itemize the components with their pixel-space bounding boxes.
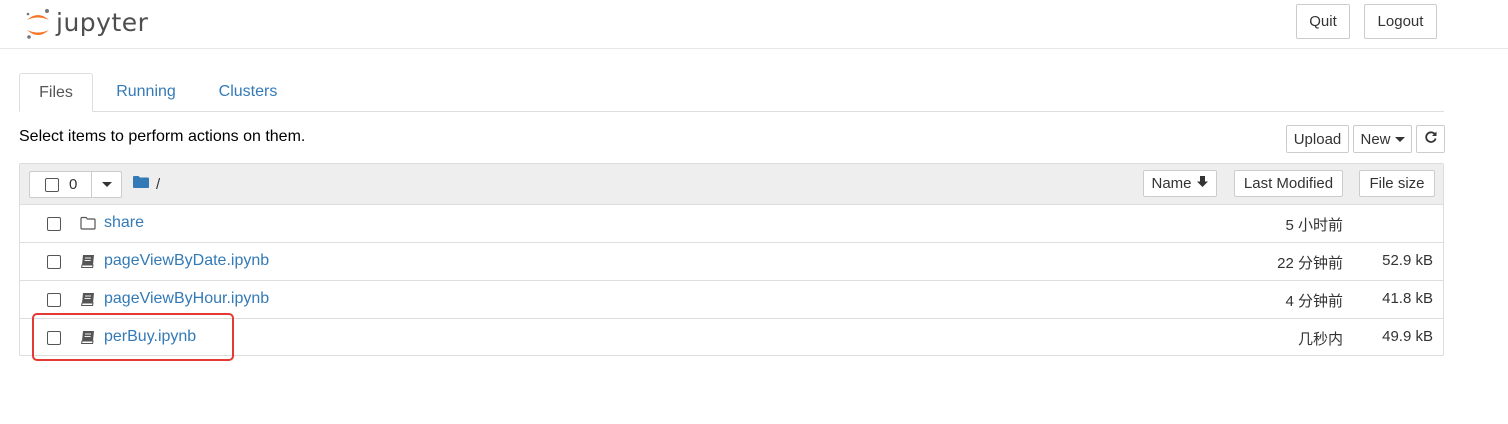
- jupyter-logo-icon: [22, 6, 54, 42]
- list-item[interactable]: pageViewByHour.ipynb 4 分钟前 41.8 kB: [20, 280, 1443, 318]
- select-dropdown-button[interactable]: [91, 171, 122, 198]
- highlight-annotation: [32, 313, 234, 361]
- header-bar: jupyter Quit Logout: [0, 0, 1508, 49]
- list-item[interactable]: share 5 小时前: [20, 204, 1443, 242]
- sort-modified-button[interactable]: Last Modified: [1234, 170, 1343, 197]
- new-button-label: New: [1360, 130, 1391, 148]
- tab-running[interactable]: Running: [100, 73, 192, 111]
- tab-bar: Files Running Clusters: [19, 73, 1444, 112]
- row-checkbox[interactable]: [47, 217, 61, 231]
- file-name-link[interactable]: share: [104, 214, 144, 232]
- file-name-link[interactable]: pageViewByHour.ipynb: [104, 290, 269, 308]
- logout-button[interactable]: Logout: [1364, 4, 1437, 39]
- sort-name-button[interactable]: Name: [1143, 170, 1217, 197]
- file-modified: 4 分钟前: [1285, 293, 1343, 310]
- file-size: 41.8 kB: [1382, 290, 1433, 307]
- quit-button[interactable]: Quit: [1296, 4, 1350, 39]
- file-list-header: 0 / Name Last Modified File size: [20, 164, 1443, 205]
- select-all-group: 0: [29, 171, 122, 198]
- breadcrumb-root[interactable]: /: [156, 176, 160, 193]
- file-modified: 5 小时前: [1285, 217, 1343, 234]
- row-checkbox[interactable]: [47, 293, 61, 307]
- refresh-button[interactable]: [1416, 125, 1445, 153]
- chevron-down-icon: [102, 182, 112, 187]
- new-button[interactable]: New: [1353, 125, 1412, 153]
- selected-count: 0: [69, 176, 78, 193]
- sort-name-label: Name: [1151, 175, 1192, 192]
- file-name-link[interactable]: pageViewByDate.ipynb: [104, 252, 269, 270]
- folder-icon: [80, 215, 96, 231]
- sort-size-button[interactable]: File size: [1359, 170, 1435, 197]
- upload-button[interactable]: Upload: [1286, 125, 1349, 153]
- file-size: 49.9 kB: [1382, 328, 1433, 345]
- arrow-down-icon: [1196, 175, 1209, 192]
- tab-clusters[interactable]: Clusters: [205, 73, 291, 111]
- file-size: 52.9 kB: [1382, 252, 1433, 269]
- refresh-icon: [1424, 130, 1438, 148]
- notebook-icon: [80, 291, 96, 307]
- jupyter-logo[interactable]: jupyter: [22, 6, 148, 42]
- breadcrumb: /: [133, 175, 160, 193]
- folder-icon[interactable]: [133, 175, 149, 193]
- file-modified: 22 分钟前: [1277, 255, 1343, 272]
- chevron-down-icon: [1394, 136, 1405, 142]
- tab-files[interactable]: Files: [19, 73, 93, 112]
- logo-wordmark: jupyter: [56, 7, 149, 37]
- file-modified: 几秒内: [1297, 331, 1343, 348]
- list-item[interactable]: pageViewByDate.ipynb 22 分钟前 52.9 kB: [20, 242, 1443, 280]
- notebook-icon: [80, 253, 96, 269]
- select-all-checkbox[interactable]: [45, 178, 59, 192]
- instructions-text: Select items to perform actions on them.: [19, 128, 306, 145]
- row-checkbox[interactable]: [47, 255, 61, 269]
